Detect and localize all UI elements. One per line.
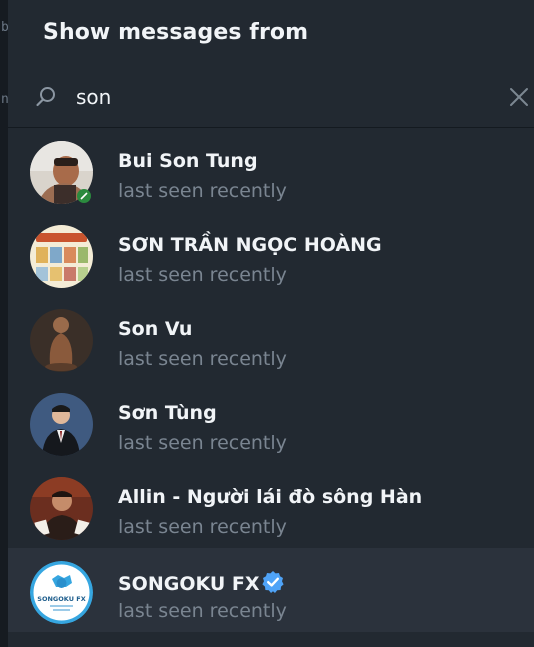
contact-list: Bui Son Tung last seen recently SƠN TRẦN…: [8, 128, 534, 632]
contact-status: last seen recently: [118, 180, 287, 202]
contact-status: last seen recently: [118, 264, 287, 286]
contact-status: last seen recently: [118, 600, 287, 622]
contact-row[interactable]: Sơn Tùng last seen recently: [8, 380, 534, 464]
avatar: [30, 225, 93, 288]
contact-name: SƠN TRẦN NGỌC HOÀNG: [118, 234, 382, 256]
contact-name: Sơn Tùng: [118, 402, 217, 424]
verified-badge-icon: [261, 571, 284, 593]
search-bar: [8, 66, 534, 128]
search-input[interactable]: [76, 80, 476, 114]
show-messages-from-dialog: Show messages from son Bui Son Tung last…: [8, 0, 534, 647]
avatar-logo-text: SONGOKU FX: [37, 595, 85, 603]
contact-row[interactable]: SONGOKU FX SONGOKU FX last seen recently: [8, 548, 534, 632]
avatar: [30, 393, 93, 456]
contact-status: last seen recently: [118, 348, 287, 370]
background-window-strip: b n: [0, 0, 9, 647]
avatar: [30, 309, 93, 372]
contact-status: last seen recently: [118, 432, 287, 454]
contact-row[interactable]: Bui Son Tung last seen recently: [8, 128, 534, 212]
avatar: SONGOKU FX: [30, 561, 93, 624]
contact-name: Bui Son Tung: [118, 150, 258, 172]
close-icon[interactable]: [508, 86, 530, 108]
pencil-icon: [77, 189, 91, 203]
dialog-title: Show messages from: [43, 20, 309, 45]
search-icon: [36, 87, 55, 107]
contact-row[interactable]: Allin - Người lái đò sông Hàn last seen …: [8, 464, 534, 548]
dialog-header: Show messages from: [8, 0, 534, 66]
contact-name-text: SONGOKU FX: [118, 573, 260, 595]
contact-name: Son Vu: [118, 318, 193, 340]
contact-status: last seen recently: [118, 516, 287, 538]
contact-row[interactable]: Son Vu last seen recently: [8, 296, 534, 380]
contact-name: SONGOKU FX: [118, 570, 285, 595]
contact-row[interactable]: SƠN TRẦN NGỌC HOÀNG last seen recently: [8, 212, 534, 296]
avatar: [30, 477, 93, 540]
contact-name: Allin - Người lái đò sông Hàn: [118, 486, 423, 508]
